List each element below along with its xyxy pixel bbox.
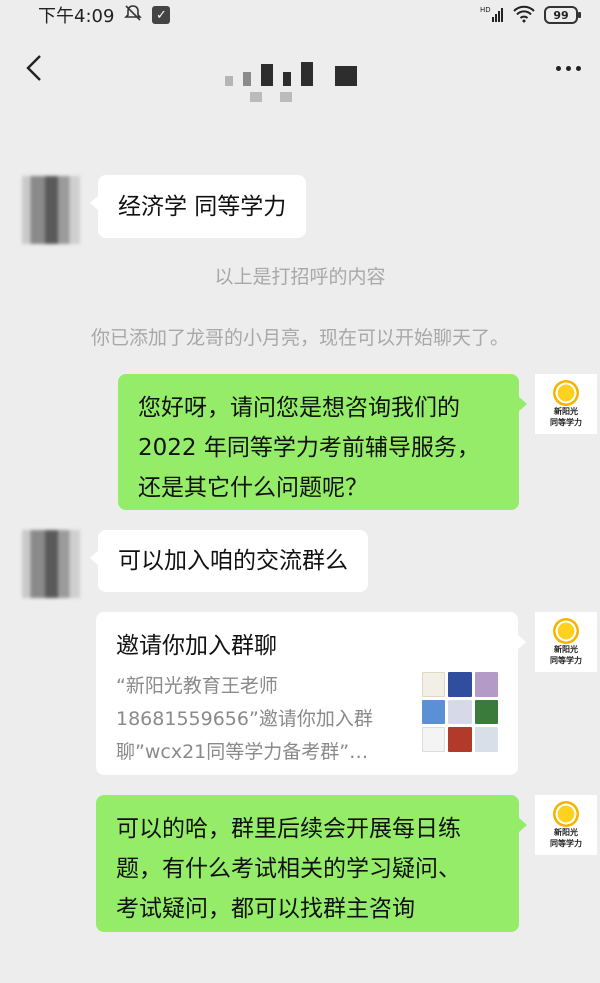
check-icon: ✓ <box>152 6 171 24</box>
message-line: 您好呀，请问您是想咨询我们的 <box>138 395 460 421</box>
mute-icon <box>124 4 143 27</box>
contact-avatar[interactable] <box>22 530 80 598</box>
invite-card-description: “新阳光教育王老师 18681559656”邀请你加入群 聊”wcx21同等学力… <box>116 670 406 769</box>
status-time: 下午4:09 <box>38 6 115 27</box>
contact-avatar[interactable] <box>22 176 80 244</box>
chat-subtitle-redacted <box>250 92 292 102</box>
message-text: 经济学 同等学力 <box>118 194 287 220</box>
wifi-icon <box>512 5 536 26</box>
avatar-brand-line1: 新阳光 <box>554 645 578 654</box>
svg-text:HD: HD <box>480 6 491 14</box>
incoming-message[interactable]: 可以加入咱的交流群么 <box>90 530 368 592</box>
message-line: 考试疑问，都可以找群主咨询 <box>116 896 415 922</box>
self-avatar[interactable]: 新阳光 同等学力 <box>535 612 597 672</box>
more-icon <box>555 65 561 71</box>
group-invite-card[interactable]: 邀请你加入群聊 “新阳光教育王老师 18681559656”邀请你加入群 聊”w… <box>96 612 526 775</box>
avatar-brand-line1: 新阳光 <box>554 828 578 837</box>
sun-logo-icon <box>553 380 579 406</box>
message-line: 可以的哈，群里后续会开展每日练 <box>116 816 461 842</box>
battery-indicator: 99 <box>544 6 581 24</box>
invite-card-line: 18681559656”邀请你加入群 <box>116 708 373 730</box>
message-line: 还是其它什么问题呢？ <box>138 475 368 501</box>
avatar-brand-line2: 同等学力 <box>550 656 582 665</box>
message-line: 2022 年同等学力考前辅导服务， <box>138 435 480 461</box>
avatar-brand-line2: 同等学力 <box>550 839 582 848</box>
invite-card-title: 邀请你加入群聊 <box>116 633 277 659</box>
group-avatar-thumbnail <box>422 672 498 752</box>
chat-header <box>0 40 600 100</box>
sun-logo-icon <box>553 801 579 827</box>
more-button[interactable] <box>548 54 588 82</box>
incoming-message[interactable]: 经济学 同等学力 <box>89 175 307 238</box>
back-button[interactable] <box>18 50 50 86</box>
avatar-brand-line2: 同等学力 <box>550 418 582 427</box>
outgoing-message[interactable]: 可以的哈，群里后续会开展每日练 题，有什么考试相关的学习疑问、 考试疑问，都可以… <box>96 795 527 932</box>
invite-card-line: “新阳光教育王老师 <box>116 675 278 697</box>
self-avatar[interactable]: 新阳光 同等学力 <box>535 374 597 434</box>
status-bar: 下午4:09 ✓ HD 99 <box>0 0 600 30</box>
message-line: 题，有什么考试相关的学习疑问、 <box>116 856 461 882</box>
status-left: 下午4:09 ✓ <box>38 2 171 28</box>
outgoing-message[interactable]: 您好呀，请问您是想咨询我们的 2022 年同等学力考前辅导服务， 还是其它什么问… <box>118 374 527 510</box>
system-message: 以上是打招呼的内容 <box>214 266 386 288</box>
back-icon <box>26 55 41 81</box>
sun-logo-icon <box>553 618 579 644</box>
status-right: HD 99 <box>480 5 581 26</box>
chat-title-redacted <box>225 62 357 86</box>
system-message: 你已添加了龙哥的小月亮，现在可以开始聊天了。 <box>90 327 509 349</box>
self-avatar[interactable]: 新阳光 同等学力 <box>535 795 597 855</box>
avatar-brand-line1: 新阳光 <box>554 407 578 416</box>
invite-card-line: 聊”wcx21同等学力备考群”… <box>116 741 369 763</box>
message-text: 可以加入咱的交流群么 <box>118 548 348 574</box>
signal-icon: HD <box>480 5 504 26</box>
